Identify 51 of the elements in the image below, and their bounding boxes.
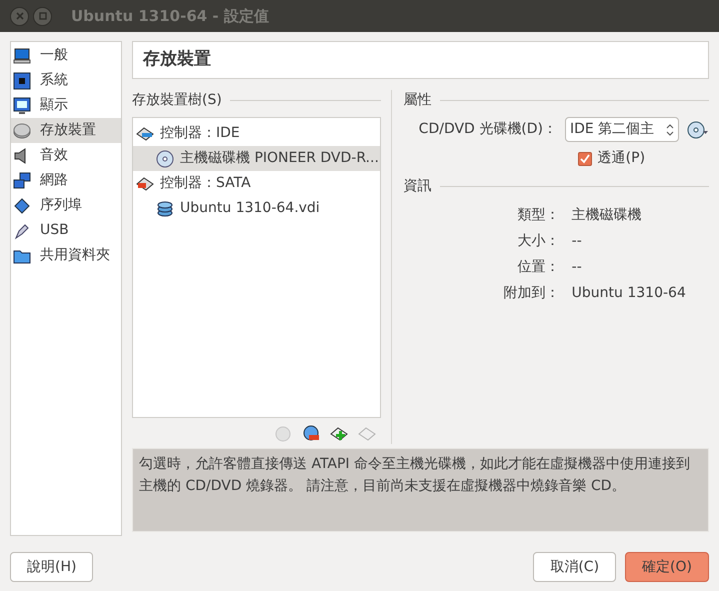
optical-disc-icon bbox=[156, 150, 174, 168]
info-label: 大小： bbox=[516, 232, 560, 251]
sidebar-item[interactable]: 顯示 bbox=[11, 93, 121, 118]
close-icon bbox=[16, 12, 24, 20]
ok-button[interactable]: 確定(O) bbox=[625, 552, 709, 582]
disc-menu-button[interactable] bbox=[687, 120, 709, 138]
sidebar-item[interactable]: USB bbox=[11, 218, 121, 243]
sidebar-item[interactable]: 網路 bbox=[11, 168, 121, 193]
info-value: -- bbox=[572, 258, 583, 277]
controller-icon bbox=[136, 124, 154, 142]
disk-icon bbox=[13, 122, 31, 140]
sidebar-item[interactable]: 共用資料夾 bbox=[11, 243, 121, 268]
info-value: -- bbox=[572, 232, 583, 251]
info-label: 附加到： bbox=[502, 284, 560, 303]
passthrough-checkbox[interactable] bbox=[578, 152, 592, 166]
serial-port-icon bbox=[13, 196, 31, 214]
info-label: 類型： bbox=[516, 206, 560, 225]
page-title: 存放裝置 bbox=[143, 48, 211, 72]
passthrough-label: 透通(P) bbox=[598, 149, 646, 168]
info-label: 位置： bbox=[516, 258, 560, 277]
drive-dropdown[interactable]: IDE 第二個主 bbox=[565, 117, 679, 142]
section-heading: 屬性 bbox=[404, 91, 432, 110]
sidebar-item[interactable]: 一般 bbox=[11, 43, 121, 68]
window-title: Ubuntu 1310-64 - 設定值 bbox=[71, 6, 269, 27]
description-text: 勾選時，允許客體直接傳送 ATAPI 命令至主機光碟機，如此才能在虛擬機器中使用連接到主機的 CD/DVD 燒錄器。 請注意，目前尚未支援在虛擬機器中燒錄音樂 CD。 bbox=[139, 455, 692, 496]
drive-label: CD/DVD 光碟機(D)： bbox=[418, 120, 557, 139]
chip-icon bbox=[13, 72, 31, 90]
usb-plug-icon bbox=[13, 222, 31, 240]
tree-item[interactable]: Ubuntu 1310-64.vdi bbox=[133, 196, 380, 221]
help-button[interactable]: 說明(H) bbox=[10, 552, 94, 582]
tree-item[interactable]: 主機磁碟機 PIONEER DVD-R... bbox=[133, 146, 380, 171]
sidebar-item[interactable]: 音效 bbox=[11, 143, 121, 168]
controller-icon bbox=[136, 174, 154, 192]
tree-label: 存放裝置樹(S) bbox=[132, 91, 222, 110]
network-icon bbox=[13, 172, 31, 190]
tree-item[interactable]: 控制器：IDE bbox=[133, 121, 380, 146]
info-value: Ubuntu 1310-64 bbox=[572, 284, 687, 303]
display-icon bbox=[13, 96, 31, 114]
spinner-arrows-icon bbox=[666, 122, 674, 136]
sidebar-item[interactable]: 系統 bbox=[11, 68, 121, 93]
section-heading: 資訊 bbox=[404, 177, 432, 196]
sidebar-item[interactable]: 存放裝置 bbox=[11, 118, 121, 143]
info-value: 主機磁碟機 bbox=[572, 206, 643, 225]
monitor-icon bbox=[13, 46, 31, 64]
tree-item[interactable]: 控制器：SATA bbox=[133, 171, 380, 196]
sidebar-item[interactable]: 序列埠 bbox=[11, 193, 121, 218]
disk-stack-icon bbox=[156, 200, 174, 218]
add-controller-button[interactable] bbox=[330, 425, 348, 443]
remove-controller-button[interactable] bbox=[302, 425, 320, 443]
maximize-icon bbox=[38, 12, 46, 20]
cancel-button[interactable]: 取消(C) bbox=[533, 552, 616, 582]
